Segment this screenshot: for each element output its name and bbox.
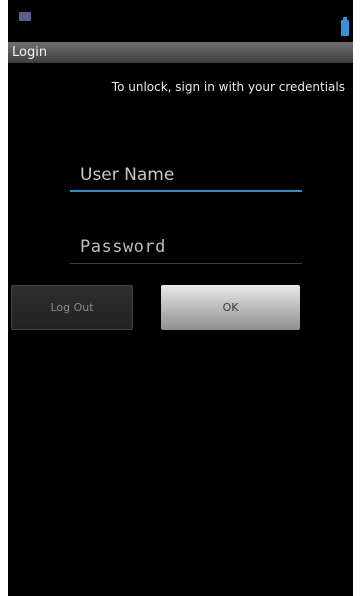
notification-icon bbox=[19, 12, 31, 21]
username-placeholder: User Name bbox=[80, 165, 175, 185]
status-bar bbox=[8, 0, 353, 40]
ok-label: OK bbox=[222, 301, 239, 314]
log-out-button[interactable]: Log Out bbox=[11, 285, 133, 330]
username-underline bbox=[70, 190, 302, 192]
title-bar: Login bbox=[8, 42, 353, 63]
instruction-text: To unlock, sign in with your credentials bbox=[111, 80, 345, 94]
password-field[interactable]: Password bbox=[70, 230, 302, 264]
ok-button[interactable]: OK bbox=[161, 285, 300, 330]
password-placeholder: Password bbox=[80, 237, 166, 257]
page-title: Login bbox=[12, 45, 48, 60]
log-out-label: Log Out bbox=[50, 301, 94, 314]
device-screen: Login To unlock, sign in with your crede… bbox=[8, 0, 353, 596]
username-field[interactable]: User Name bbox=[70, 158, 302, 192]
battery-icon bbox=[341, 17, 349, 36]
password-underline bbox=[70, 263, 302, 264]
